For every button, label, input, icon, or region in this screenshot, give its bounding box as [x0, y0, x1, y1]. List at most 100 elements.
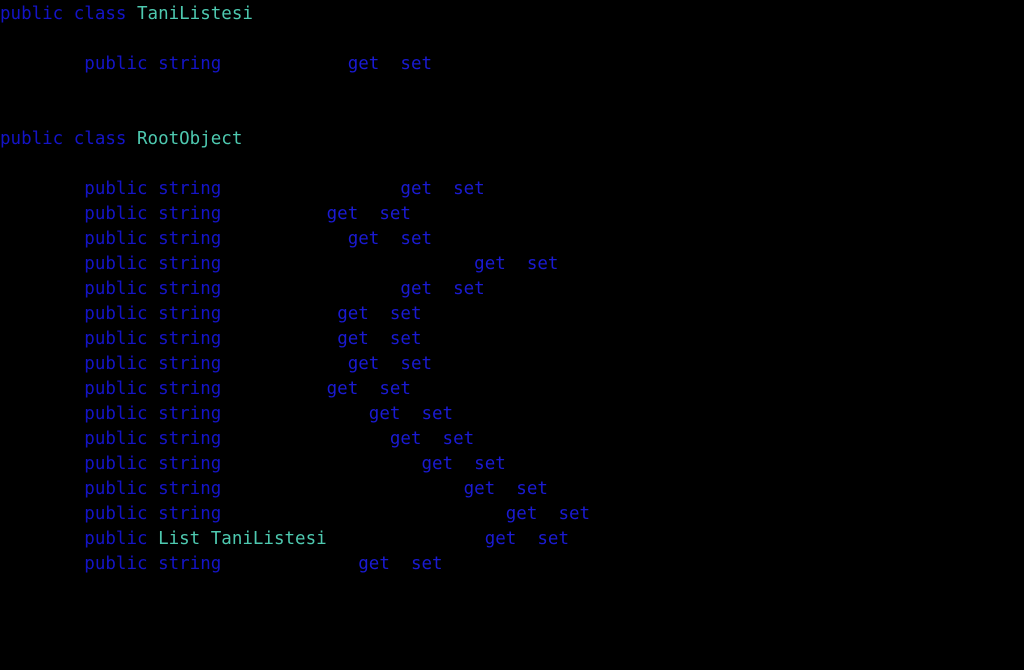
property-type: string: [158, 479, 222, 499]
code-line: public string get set: [0, 327, 1024, 352]
accessor-set: set: [442, 429, 475, 449]
keyword-public: public: [84, 304, 148, 324]
keyword-public: public: [84, 54, 148, 74]
accessor-set: set: [474, 454, 506, 474]
code-line: public string get set: [0, 477, 1024, 502]
accessor-get: get: [463, 479, 496, 499]
code-line: public List TaniListesi get set: [0, 527, 1024, 552]
accessor-get: get: [400, 179, 433, 199]
accessor-get: get: [326, 379, 359, 399]
property-type: List TaniListesi: [158, 529, 327, 549]
accessor-get: get: [358, 554, 390, 574]
keyword-public: public: [0, 4, 64, 24]
code-line: public string get set: [0, 52, 1024, 77]
redacted-property-name: [221, 304, 337, 324]
keyword-public: public: [84, 179, 148, 199]
redacted-property-name: [221, 254, 474, 274]
keyword-public: public: [84, 404, 148, 424]
code-line: public string get set: [0, 452, 1024, 477]
redacted-property-name: [221, 404, 369, 424]
property-type: string: [158, 179, 222, 199]
accessor-set: set: [516, 479, 548, 499]
keyword-public: public: [84, 529, 148, 549]
code-line: public string get set: [0, 227, 1024, 252]
code-line: public string get set: [0, 302, 1024, 327]
accessor-get: get: [474, 254, 506, 274]
keyword-public: public: [84, 254, 148, 274]
keyword-public: public: [84, 479, 148, 499]
accessor-get: get: [326, 204, 359, 224]
class-name: RootObject: [137, 129, 243, 149]
accessor-get: get: [347, 54, 380, 74]
property-type: string: [158, 279, 222, 299]
property-type: string: [158, 554, 222, 574]
code-line: public string get set: [0, 252, 1024, 277]
accessor-set: set: [537, 529, 569, 549]
accessor-get: get: [347, 229, 380, 249]
redacted-property-name: [221, 554, 358, 574]
property-type: string: [158, 329, 222, 349]
code-line: public string get set: [0, 352, 1024, 377]
accessor-get: get: [337, 304, 369, 324]
keyword-public: public: [84, 279, 148, 299]
accessor-set: set: [453, 279, 485, 299]
keyword-public: public: [84, 329, 148, 349]
accessor-set: set: [379, 204, 411, 224]
accessor-set: set: [558, 504, 591, 524]
accessor-set: set: [526, 254, 559, 274]
accessor-set: set: [400, 354, 433, 374]
accessor-set: set: [410, 554, 443, 574]
redacted-property-name: [221, 354, 347, 374]
keyword-public: public: [84, 379, 148, 399]
redacted-property-name: [327, 529, 485, 549]
code-line: public string get set: [0, 277, 1024, 302]
property-type: string: [158, 229, 222, 249]
class-name: TaniListesi: [137, 4, 253, 24]
code-line: public class TaniListesi: [0, 2, 1024, 27]
keyword-public: public: [84, 504, 148, 524]
property-type: string: [158, 304, 222, 324]
accessor-get: get: [347, 354, 380, 374]
accessor-set: set: [379, 379, 411, 399]
code-line: public string get set: [0, 202, 1024, 227]
redacted-property-name: [221, 504, 505, 524]
code-line: public string get set: [0, 377, 1024, 402]
property-type: string: [158, 504, 222, 524]
accessor-get: get: [421, 454, 454, 474]
property-type: string: [158, 354, 222, 374]
accessor-set: set: [453, 179, 485, 199]
accessor-set: set: [421, 404, 454, 424]
